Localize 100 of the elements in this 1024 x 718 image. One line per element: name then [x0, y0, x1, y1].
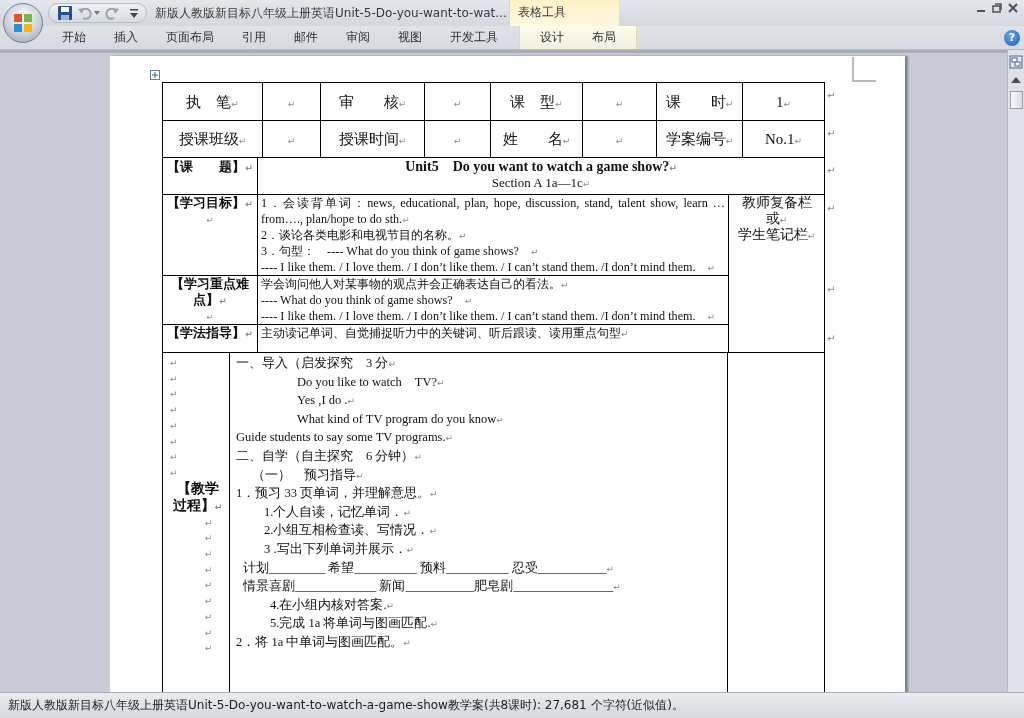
ribbon-tab[interactable]: 引用 — [228, 25, 280, 50]
scroll-up-icon[interactable] — [1011, 77, 1021, 83]
cell-text: 计划_________ 希望__________ 预料__________ 忍受___________↵ — [242, 559, 615, 577]
ribbon-tab[interactable]: 开发工具 — [436, 25, 512, 50]
cell-text: ↵ — [287, 97, 296, 110]
cell-text: 课 型↵ — [510, 93, 563, 110]
ribbon-tab[interactable]: 开始 — [48, 25, 100, 50]
cell-text: ↵ — [170, 372, 179, 386]
restore-icon[interactable] — [992, 3, 1002, 13]
ribbon-tab[interactable]: 插入 — [100, 25, 152, 50]
cell-text: 1↵ — [775, 93, 791, 110]
scroll-thumb[interactable] — [1009, 91, 1023, 109]
cell-text: ↵ — [170, 404, 179, 417]
cell-text: What kind of TV program do you know↵ — [296, 410, 505, 428]
vertical-scrollbar[interactable] — [1007, 50, 1024, 692]
cell-text: ↵ — [205, 214, 215, 227]
cell-text: 5.完成 1a 将单词与图画匹配.↵ — [269, 615, 440, 633]
cell-text: Unit5 Do you want to watch a game show?↵ — [404, 159, 678, 175]
ribbon-tab[interactable]: 布局 — [578, 25, 630, 50]
cell-text: ↵ — [203, 610, 214, 624]
redo-icon[interactable] — [104, 5, 120, 21]
cell-text: 1．预习 33 页单词，并理解意思。↵ — [236, 485, 439, 503]
cell-text: ↵ — [170, 451, 179, 464]
ribbon-tab[interactable]: 审阅 — [332, 25, 384, 50]
ribbon-tab[interactable]: 视图 — [384, 25, 436, 50]
cell-text: 授课时间↵ — [338, 131, 407, 147]
cell-text: 一、导入（启发探究 3 分↵ — [236, 355, 397, 372]
cell-text: Do you like to watch TV?↵ — [296, 373, 446, 391]
table-move-handle-icon[interactable] — [150, 70, 160, 80]
app-menu-button[interactable] — [3, 3, 43, 43]
cell-text: ↵ — [170, 466, 179, 480]
cell-text: 【学法指导】↵ — [166, 325, 254, 341]
cell-text: ---- What do you think of game shows? ↵ — [261, 292, 474, 308]
cell-text: ↵ — [203, 579, 214, 593]
cell-text: 学生笔记栏↵ — [736, 227, 817, 243]
paragraph-mark: ↵ — [827, 284, 836, 295]
cell-text: 4.在小组内核对答案.↵ — [269, 596, 396, 614]
cell-text: （一） 预习指导↵ — [251, 466, 365, 484]
paragraph-mark: ↵ — [827, 333, 836, 344]
cell-text: ↵ — [615, 97, 624, 110]
ribbon-tab[interactable]: 邮件 — [280, 25, 332, 50]
cell-text: ↵ — [203, 626, 214, 640]
cell-text: 主动读记单词、自觉捕捉听力中的关键词、听后跟读、读用重点句型↵ — [261, 325, 630, 341]
cell-text: 3．句型： ---- What do you think of game shows? ↵ — [261, 243, 540, 259]
cell-text: 【学习目标】↵ — [166, 195, 254, 211]
corner-mark — [852, 57, 876, 82]
paragraph-mark: ↵ — [827, 203, 836, 214]
cell-text: 3 .写出下列单词并展示．↵ — [263, 540, 416, 558]
cell-text: No.1↵ — [764, 131, 803, 147]
cell-text: ↵ — [453, 97, 462, 110]
window-title: 新版人教版新目标八年级上册英语Unit-5-Do-you-want-to-wat... — [155, 4, 507, 22]
cell-text: 审 核↵ — [338, 93, 407, 110]
squares-icon — [13, 13, 33, 33]
cell-text: ↵ — [170, 357, 179, 370]
cell-text: ↵ — [203, 516, 214, 530]
cell-text: ↵ — [287, 135, 296, 147]
cell-text: 【学习重点难点】↵ — [170, 276, 250, 308]
status-text: 新版人教版新目标八年级上册英语Unit-5-Do-you-want-to-watch-a-game-show教学案(共8课时): 27,681 个字符(近似值)。 — [8, 697, 684, 714]
cell-text: 教师复备栏 — [740, 195, 813, 211]
paragraph-mark: ↵ — [827, 165, 836, 176]
cell-text: 【教学过程】↵ — [171, 479, 224, 514]
close-icon[interactable] — [1008, 3, 1018, 13]
cell-text: ↵ — [453, 135, 462, 147]
cell-text: ---- I like them. / I love them. / I don’t like them. / I can’t stand them. /I don’t mind them. ↵ — [261, 259, 717, 275]
cell-text: ↵ — [170, 388, 179, 402]
ribbon-tab[interactable]: 页面布局 — [152, 25, 228, 50]
cell-text: 课 时↵ — [665, 93, 734, 110]
save-icon[interactable] — [57, 5, 73, 21]
cell-text: 【课 题】↵ — [166, 159, 254, 175]
cell-text: 2．谈论各类电影和电视节目的名称。↵ — [261, 227, 468, 243]
cell-text: ↵ — [203, 595, 214, 608]
cell-text: ↵ — [203, 548, 214, 561]
cell-text: Yes ,I do .↵ — [296, 392, 357, 410]
dropdown-icon[interactable] — [94, 11, 100, 15]
paragraph-mark: ↵ — [827, 128, 836, 139]
cell-text: 1.个人自读，记忆单词．↵ — [263, 503, 412, 521]
cell-text: 二、自学（自主探究 6 分钟）↵ — [236, 447, 423, 465]
cell-text: 姓 名↵ — [502, 131, 571, 147]
cell-text: ↵ — [203, 563, 214, 577]
cell-text: 2.小组互相检查读、写情况．↵ — [263, 522, 438, 540]
cell-text: 1．会读背单词：news, educational, plan, hope, discussion, stand, talent show, learn …from…., plan/hope to do sth.↵ — [261, 195, 725, 227]
cell-text: 2．将 1a 中单词与图画匹配。↵ — [236, 633, 412, 651]
cell-text: 执 笔↵ — [186, 93, 239, 110]
ribbon-tab[interactable]: 设计 — [526, 25, 578, 50]
cell-text: 学案编号↵ — [665, 131, 734, 147]
cell-text: ↵ — [205, 311, 215, 324]
contextual-tab-group: 表格工具 — [508, 0, 619, 26]
paragraph-mark: ↵ — [827, 90, 836, 101]
cell-text: ↵ — [170, 419, 179, 433]
cell-text: Guide students to say some TV programs.↵ — [236, 429, 455, 447]
cell-text: 授课班级↵ — [178, 131, 247, 147]
customize-icon[interactable] — [130, 8, 138, 18]
cell-text: 情景喜剧_____________ 新闻___________肥皂剧________________↵ — [242, 578, 622, 596]
cell-text: ↵ — [615, 135, 624, 147]
cell-text: ↵ — [170, 435, 179, 449]
cell-text: ↵ — [203, 532, 214, 546]
cell-text: ---- I like them. / I love them. / I don’t like them. / I can’t stand them. /I don’t mind them. ↵ — [261, 308, 717, 324]
cell-text: ↵ — [203, 642, 214, 655]
cell-text: 学会询问他人对某事物的观点并会正确表达自己的看法。↵ — [261, 276, 570, 292]
split-icon[interactable] — [1009, 55, 1023, 69]
